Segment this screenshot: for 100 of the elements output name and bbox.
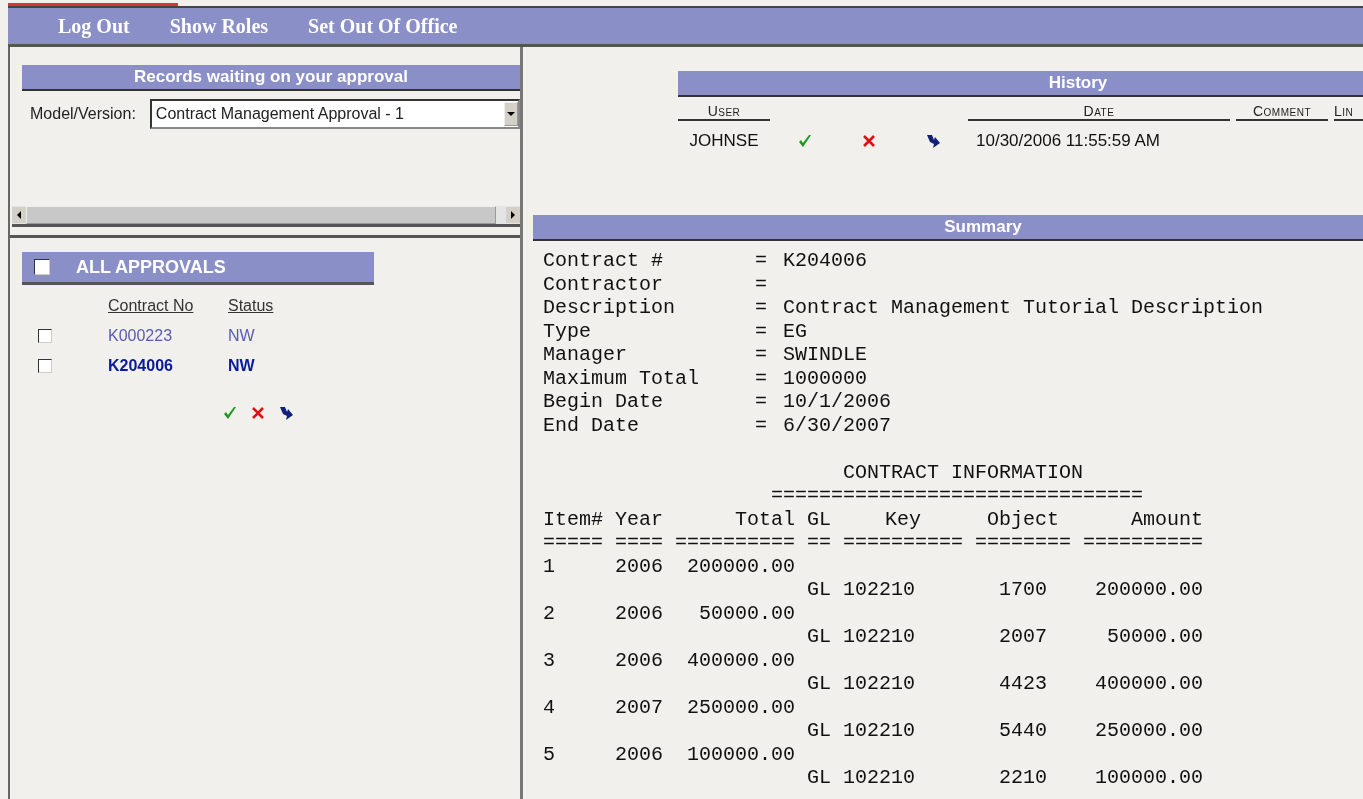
column-header: Date <box>968 103 1230 121</box>
column-rule: ========== <box>843 531 964 555</box>
table-cell-text: 4423 <box>998 672 1049 696</box>
model-version-dropdown[interactable]: Contract Management Approval - 1 <box>149 99 520 129</box>
arrow-icon[interactable] <box>925 133 941 149</box>
equals-sign: = <box>755 249 767 273</box>
field-label: Description <box>543 296 677 320</box>
field-value: 1000000 <box>783 366 868 390</box>
arrow-icon[interactable] <box>278 405 294 421</box>
approvals-title: ALL APPROVALS <box>76 256 226 278</box>
field-label: Maximum Total <box>543 366 701 390</box>
table-cell-text: 50000.00 <box>1106 625 1204 649</box>
contract-link[interactable]: K204006 <box>108 357 228 375</box>
equals-sign: = <box>755 390 767 414</box>
column-header: Key <box>884 507 923 531</box>
title-underline: =============================== <box>771 484 1144 508</box>
table-cell: 2006 <box>615 742 663 766</box>
column-rule: ==== <box>615 531 663 555</box>
column-rule: ========== <box>675 531 795 555</box>
checkbox[interactable] <box>38 329 52 343</box>
status-text: NW <box>228 357 256 375</box>
column-header: Lin <box>1334 103 1363 121</box>
table-cell: GL <box>807 625 831 649</box>
section-title: CONTRACT INFORMATION <box>843 460 1084 484</box>
column-header[interactable]: Status <box>228 297 274 315</box>
table-cell: 2006 <box>615 601 663 625</box>
table-cell-text: 5440 <box>998 719 1049 743</box>
table-cell: 2006 <box>615 554 663 578</box>
table-cell-text: 100000.00 <box>1094 766 1204 790</box>
table-cell-text: 100000.00 <box>686 742 795 766</box>
column-header: Year <box>615 507 663 531</box>
column-header: Object <box>986 507 1061 531</box>
field-label: Begin Date <box>543 390 665 414</box>
scroll-left-icon[interactable] <box>12 207 26 223</box>
field-label: Model/Version: <box>30 105 136 123</box>
table-cell-text: 400000.00 <box>686 648 795 672</box>
column-rule: ===== <box>543 531 603 555</box>
date-cell-text: 10/30/2006 11:55:59 AM <box>975 130 1161 152</box>
column-rule: == <box>807 531 831 555</box>
table-cell-text: 102210 <box>843 625 917 649</box>
table-cell-text: 400000.00 <box>1094 672 1204 696</box>
field-value: 10/1/2006 <box>783 390 892 414</box>
table-cell-text: 2007 <box>998 625 1049 649</box>
table-cell-text: 102210 <box>843 766 917 790</box>
check-icon[interactable] <box>222 405 238 421</box>
equals-sign: = <box>755 272 767 296</box>
close-icon[interactable] <box>861 133 877 149</box>
table-cell-text: 102210 <box>843 578 917 602</box>
field-value: 6/30/2007 <box>783 413 892 437</box>
table-cell-text: 1700 <box>998 578 1049 602</box>
field-label: Manager <box>543 343 628 367</box>
scroll-right-icon[interactable] <box>506 207 520 223</box>
field-label: End Date <box>543 413 640 437</box>
column-rule: ========== <box>1083 531 1204 555</box>
field-value: Contract Management Tutorial Description <box>783 296 1264 320</box>
table-cell: GL <box>807 672 831 696</box>
column-header: Amount <box>1130 507 1204 531</box>
table-cell: GL <box>807 578 831 602</box>
table-cell: GL <box>807 719 831 743</box>
table-cell-text: 50000.00 <box>698 601 795 625</box>
table-cell-text: 1 <box>543 554 556 578</box>
equals-sign: = <box>755 366 767 390</box>
table-cell-text: 2210 <box>998 766 1049 790</box>
table-cell: GL <box>807 766 831 790</box>
equals-sign: = <box>755 296 767 320</box>
checkbox[interactable] <box>34 259 50 275</box>
field-label: Contract # <box>543 249 665 273</box>
user-cell-text: JOHNSE <box>688 130 760 152</box>
column-header[interactable]: Contract No <box>108 297 228 315</box>
table-cell-text: 200000.00 <box>1094 578 1204 602</box>
field-label: Type <box>543 319 592 343</box>
table-cell-text: 200000.00 <box>686 554 795 578</box>
horizontal-scrollbar[interactable] <box>12 206 520 227</box>
section-header: Summary <box>533 215 1363 241</box>
table-cell-text: 5 <box>543 742 556 766</box>
contract-link[interactable]: K000223 <box>108 327 228 345</box>
checkbox[interactable] <box>38 359 52 373</box>
field-label: Contractor <box>543 272 665 296</box>
column-header: Item# <box>543 507 603 531</box>
equals-sign: = <box>755 343 767 367</box>
column-header: GL <box>807 507 831 531</box>
field-value: K204006 <box>783 249 868 273</box>
check-icon[interactable] <box>797 133 813 149</box>
table-cell-text: 2 <box>543 601 556 625</box>
table-cell-text: 102210 <box>843 672 917 696</box>
close-icon[interactable] <box>250 405 266 421</box>
table-cell-text: 102210 <box>843 719 917 743</box>
equals-sign: = <box>755 319 767 343</box>
table-cell-text: 3 <box>543 648 556 672</box>
column-header: Comment <box>1236 103 1328 121</box>
table-cell: 2007 <box>615 695 663 719</box>
table-cell-text: 4 <box>543 695 556 719</box>
equals-sign: = <box>755 413 767 437</box>
table-cell-text: 250000.00 <box>1094 719 1204 743</box>
column-header: Total <box>734 507 795 531</box>
column-rule: ======== <box>975 531 1072 555</box>
table-cell-text: 250000.00 <box>686 695 795 719</box>
column-header: User <box>678 103 770 121</box>
field-value: SWINDLE <box>783 343 868 367</box>
section-header: Records waiting on your approval <box>22 65 520 91</box>
